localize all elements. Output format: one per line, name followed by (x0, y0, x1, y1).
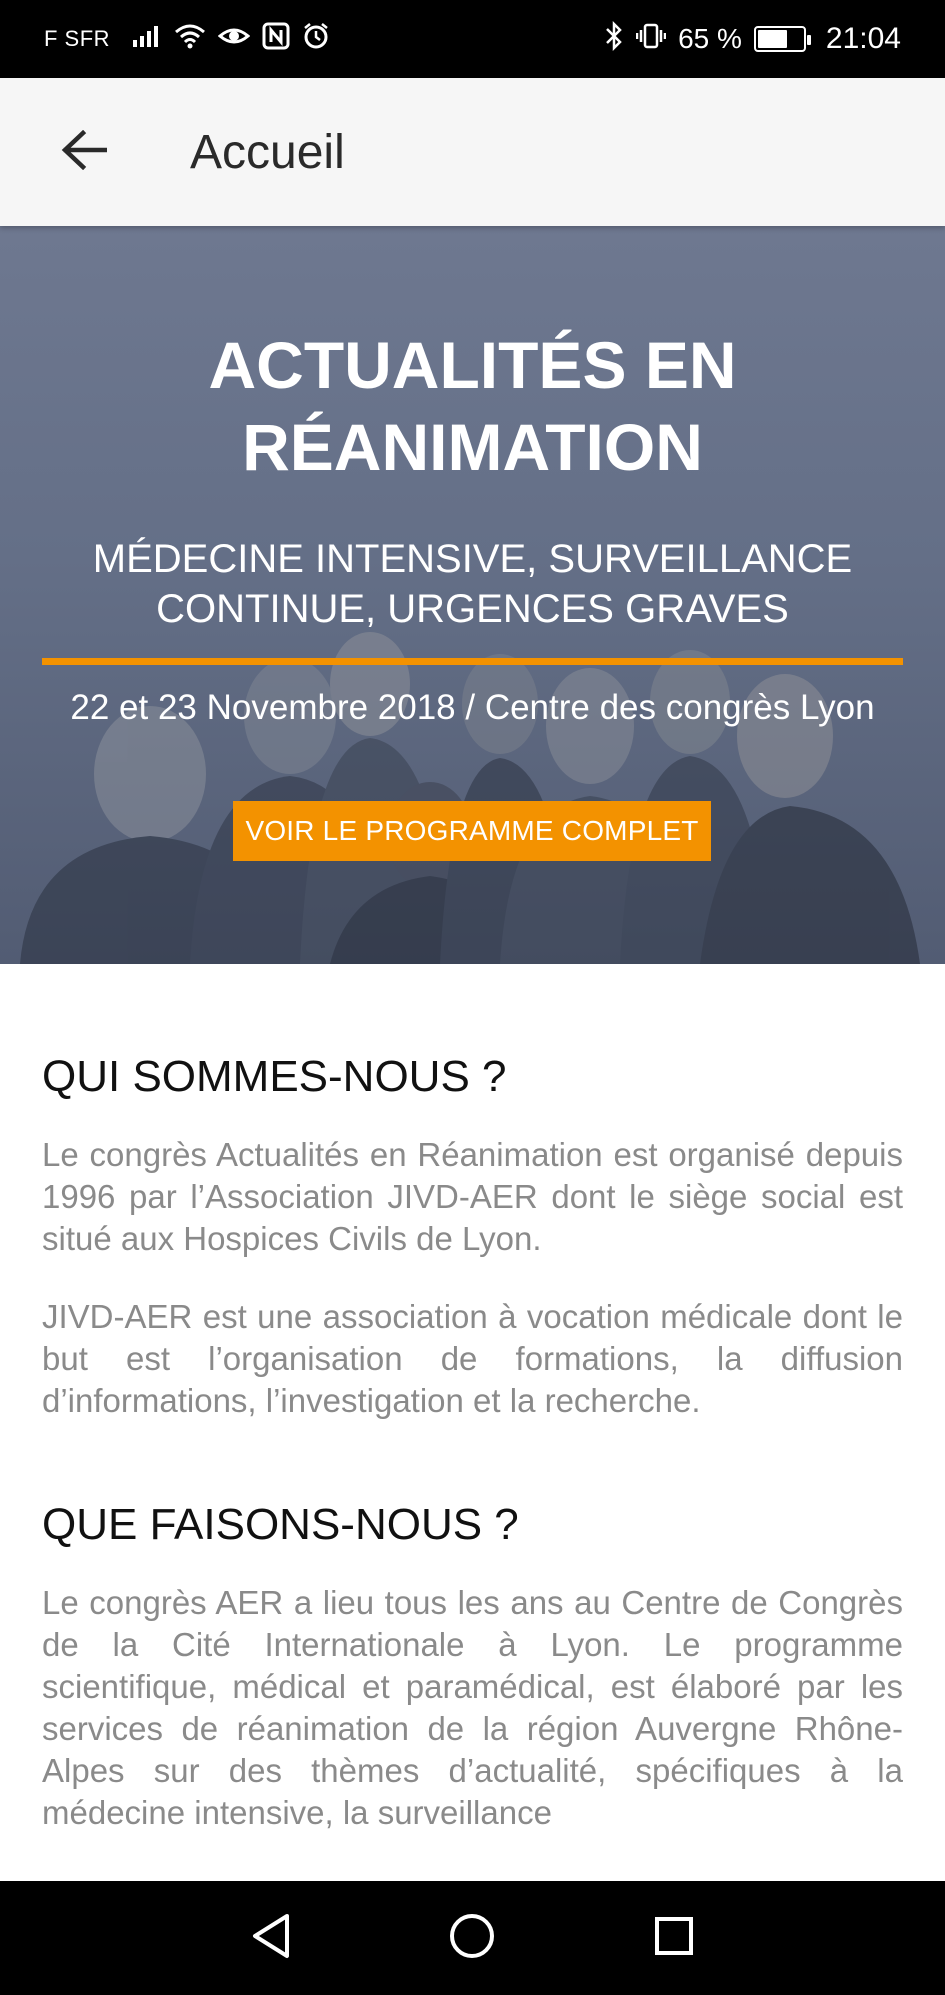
arrow-left-icon (61, 129, 108, 175)
section-paragraph: Le congrès AER a lieu tous les ans au Ce… (42, 1584, 903, 1831)
nav-back-button[interactable] (226, 1893, 316, 1983)
hero-title: ACTUALITÉS EN RÉANIMATION (60, 324, 885, 488)
nav-home-button[interactable] (427, 1893, 517, 1983)
wifi-icon (174, 23, 206, 56)
hero-divider (42, 658, 903, 665)
eye-icon (217, 24, 251, 55)
battery-percent: 65 % (678, 23, 742, 54)
hero-subtitle: MÉDECINE INTENSIVE, SURVEILLANCE CONTINU… (60, 534, 885, 634)
bluetooth-icon (604, 20, 624, 58)
signal-icon (132, 24, 162, 55)
status-bar: F SFR 65 % 21:04 (0, 0, 945, 78)
carrier-label: F SFR (44, 26, 111, 51)
hero-subtitle-line-1: MÉDECINE INTENSIVE, SURVEILLANCE (92, 537, 853, 581)
screen: F SFR 65 % 21:04 Accueil ACTUALITÉS EN R… (0, 0, 945, 1995)
battery-level-fill (757, 30, 787, 48)
home-circle-icon (448, 1912, 496, 1965)
event-date-location: 22 et 23 Novembre 2018 / Centre des cong… (70, 688, 875, 727)
back-triangle-icon (249, 1912, 293, 1965)
system-nav-bar (0, 1881, 945, 1995)
back-button[interactable] (44, 112, 124, 192)
recents-square-icon (652, 1914, 696, 1963)
vibrate-icon (635, 22, 667, 57)
hero-subtitle-line-2: CONTINUE, URGENCES GRAVES (156, 587, 789, 631)
section-paragraph: JIVD-AER est une association à vocation … (42, 1298, 903, 1419)
hero-banner: ACTUALITÉS EN RÉANIMATION MÉDECINE INTEN… (0, 226, 945, 964)
status-bar-right: 65 % 21:04 (604, 20, 901, 58)
section-heading: QUI SOMMES-NOUS ? (42, 1052, 507, 1101)
section-paragraph: Le congrès Actualités en Réanimation est… (42, 1136, 903, 1257)
hero-content: ACTUALITÉS EN RÉANIMATION MÉDECINE INTEN… (0, 226, 945, 964)
app-bar: Accueil (0, 78, 945, 226)
section-about: QUI SOMMES-NOUS ? Le congrès Actualités … (42, 1050, 903, 1422)
status-time: 21:04 (825, 22, 901, 55)
alarm-icon (302, 22, 330, 57)
main-content: QUI SOMMES-NOUS ? Le congrès Actualités … (42, 1050, 903, 1834)
hero-title-line-1: ACTUALITÉS EN (208, 328, 737, 402)
nav-recents-button[interactable] (629, 1893, 719, 1983)
section-activities: QUE FAISONS-NOUS ? Le congrès AER a lieu… (42, 1498, 903, 1834)
section-heading: QUE FAISONS-NOUS ? (42, 1500, 519, 1549)
battery-icon (753, 26, 811, 52)
page-title: Accueil (190, 125, 345, 179)
nfc-icon (262, 22, 290, 57)
status-bar-left: F SFR (44, 22, 330, 57)
view-program-button[interactable]: VOIR LE PROGRAMME COMPLET (233, 801, 711, 861)
hero-title-line-2: RÉANIMATION (242, 410, 703, 484)
